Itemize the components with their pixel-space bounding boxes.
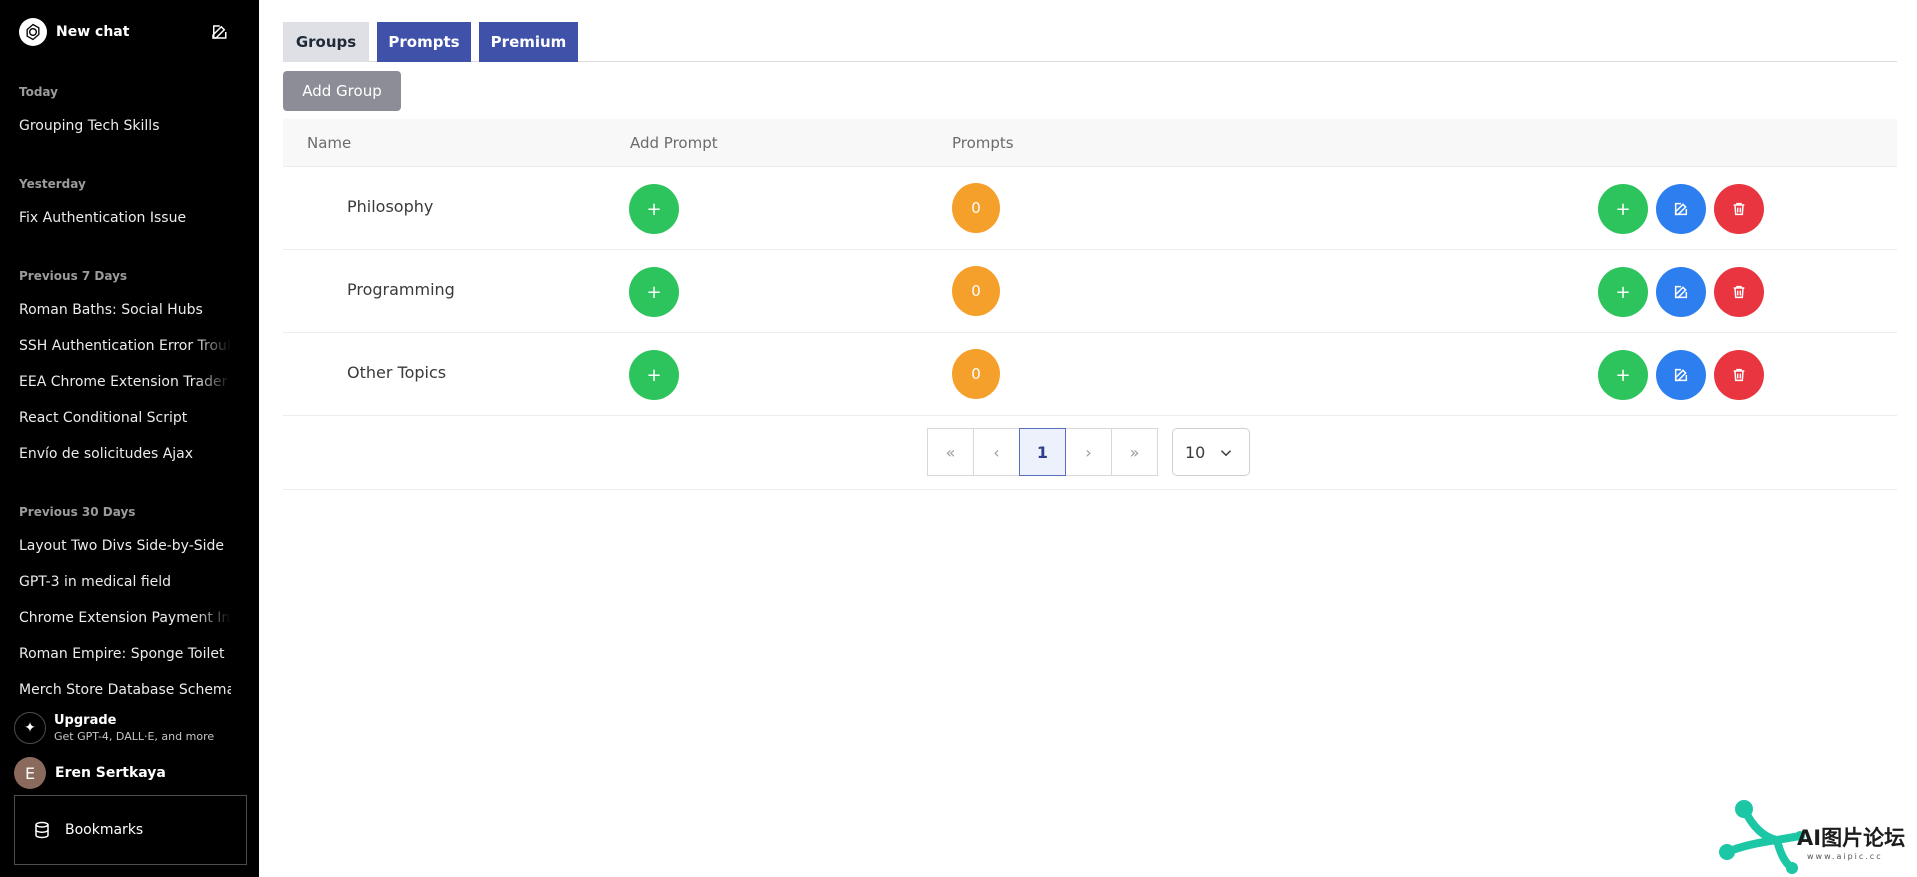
- prev-page-button[interactable]: ‹: [973, 428, 1020, 476]
- add-prompt-button[interactable]: +: [629, 350, 679, 400]
- edit-icon: [1674, 285, 1688, 299]
- first-page-button[interactable]: «: [927, 428, 974, 476]
- upgrade-title: Upgrade: [54, 713, 117, 728]
- plus-icon: +: [1615, 281, 1631, 303]
- trash-icon: [1733, 285, 1745, 299]
- add-button[interactable]: +: [1598, 267, 1648, 317]
- chat-item[interactable]: React Conditional Script: [19, 410, 231, 426]
- upgrade-subtitle: Get GPT-4, DALL·E, and more: [54, 730, 215, 743]
- add-group-button[interactable]: Add Group: [283, 71, 401, 111]
- watermark-text: AI图片论坛: [1797, 826, 1906, 850]
- chat-item[interactable]: EEA Chrome Extension Trader Cla: [19, 374, 231, 390]
- column-header-prompts: Prompts: [952, 134, 1014, 152]
- section-label-yesterday: Yesterday: [19, 177, 86, 191]
- database-icon: [33, 821, 51, 839]
- add-button[interactable]: +: [1598, 184, 1648, 234]
- bookmarks-label: Bookmarks: [65, 822, 144, 838]
- compose-icon[interactable]: [210, 23, 228, 41]
- table-row: Other Topics + 0 +: [283, 333, 1897, 416]
- table-row: Programming + 0 +: [283, 250, 1897, 333]
- watermark-subtext: www.aipic.cc: [1807, 852, 1883, 861]
- add-button[interactable]: +: [1598, 350, 1648, 400]
- section-label-previous-7-days: Previous 7 Days: [19, 269, 128, 283]
- chevron-right-icon: ›: [1085, 442, 1092, 462]
- tab-premium[interactable]: Premium: [479, 22, 578, 62]
- chevron-left-icon: ‹: [993, 442, 1000, 462]
- chevron-down-icon: [1217, 444, 1235, 462]
- tab-groups[interactable]: Groups: [283, 22, 369, 62]
- table-row: Philosophy + 0 +: [283, 167, 1897, 250]
- table-header: Name Add Prompt Prompts: [283, 119, 1897, 167]
- edit-button[interactable]: [1656, 350, 1706, 400]
- group-name: Other Topics: [347, 363, 447, 382]
- groups-table: Name Add Prompt Prompts Philosophy + 0 +…: [283, 119, 1897, 416]
- delete-button[interactable]: [1714, 350, 1764, 400]
- openai-logo-icon: [19, 18, 47, 46]
- last-page-button[interactable]: »: [1111, 428, 1158, 476]
- delete-button[interactable]: [1714, 267, 1764, 317]
- section-label-today: Today: [19, 85, 58, 99]
- user-menu[interactable]: E Eren Sertkaya: [14, 757, 166, 789]
- next-page-button[interactable]: ›: [1065, 428, 1112, 476]
- edit-icon: [1674, 368, 1688, 382]
- chat-item[interactable]: Grouping Tech Skills: [19, 118, 231, 134]
- prompt-count-badge[interactable]: 0: [952, 266, 1000, 316]
- trash-icon: [1733, 368, 1745, 382]
- new-chat-button[interactable]: New chat: [10, 12, 240, 52]
- chat-item[interactable]: Merch Store Database Schema: [19, 682, 231, 698]
- sidebar: New chat Today Grouping Tech Skills Yest…: [0, 0, 259, 877]
- edit-button[interactable]: [1656, 267, 1706, 317]
- chat-item[interactable]: Chrome Extension Payment Integ: [19, 610, 231, 626]
- add-prompt-button[interactable]: +: [629, 267, 679, 317]
- prompt-count-badge[interactable]: 0: [952, 183, 1000, 233]
- chat-item[interactable]: SSH Authentication Error Troublesh: [19, 338, 231, 354]
- double-chevron-right-icon: »: [1129, 442, 1140, 462]
- chat-item[interactable]: Roman Baths: Social Hubs: [19, 302, 231, 318]
- chat-item[interactable]: Layout Two Divs Side-by-Side: [19, 538, 231, 554]
- bookmarks-button[interactable]: Bookmarks: [14, 795, 247, 865]
- watermark: AI图片论坛 www.aipic.cc: [1717, 796, 1917, 877]
- edit-icon: [1674, 202, 1688, 216]
- pager: « ‹ 1 › »: [927, 428, 1158, 476]
- edit-button[interactable]: [1656, 184, 1706, 234]
- user-name: Eren Sertkaya: [55, 765, 166, 781]
- group-name: Programming: [347, 280, 455, 299]
- chat-item[interactable]: Roman Empire: Sponge Toilet: [19, 646, 231, 662]
- page-size-value: 10: [1185, 442, 1206, 462]
- add-prompt-button[interactable]: +: [629, 184, 679, 234]
- pagination: « ‹ 1 › » 10: [283, 416, 1897, 490]
- sparkle-icon: ✦: [14, 712, 46, 744]
- plus-icon: +: [1615, 364, 1631, 386]
- page-number-button[interactable]: 1: [1019, 428, 1066, 476]
- chat-item[interactable]: Fix Authentication Issue: [19, 210, 231, 226]
- prompt-count-badge[interactable]: 0: [952, 349, 1000, 399]
- tab-bar: Groups Prompts Premium: [283, 22, 1897, 62]
- chat-item[interactable]: GPT-3 in medical field: [19, 574, 231, 590]
- avatar: E: [14, 757, 46, 789]
- watermark-logo-icon: [1719, 800, 1805, 874]
- new-chat-label: New chat: [56, 24, 130, 40]
- plus-icon: +: [1615, 198, 1631, 220]
- column-header-add-prompt: Add Prompt: [630, 134, 718, 152]
- chat-item[interactable]: Envío de solicitudes Ajax: [19, 446, 231, 462]
- main-content: Groups Prompts Premium Add Group Name Ad…: [283, 0, 1897, 877]
- double-chevron-left-icon: «: [945, 442, 956, 462]
- tab-prompts[interactable]: Prompts: [377, 22, 471, 62]
- upgrade-button[interactable]: ✦ Upgrade Get GPT-4, DALL·E, and more: [14, 710, 244, 746]
- page-size-select[interactable]: 10: [1172, 428, 1250, 476]
- group-name: Philosophy: [347, 197, 434, 216]
- column-header-name: Name: [307, 134, 352, 152]
- section-label-previous-30-days: Previous 30 Days: [19, 505, 136, 519]
- trash-icon: [1733, 202, 1745, 216]
- delete-button[interactable]: [1714, 184, 1764, 234]
